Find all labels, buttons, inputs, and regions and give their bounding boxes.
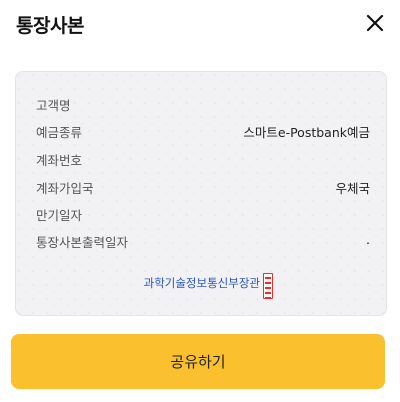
header: 통장사본 bbox=[0, 0, 400, 48]
share-button-label: 공유하기 bbox=[170, 353, 226, 371]
passbook-copy-card: 고객명 예금종류 스마트e-Postbank예금 계좌번호 계좌가입국 우체국 … bbox=[15, 71, 387, 316]
share-button[interactable]: 공유하기 bbox=[11, 334, 385, 389]
row-opening-branch: 계좌가입국 우체국 bbox=[36, 178, 370, 196]
row-print-date: 통장사본출력일자 . bbox=[36, 232, 370, 250]
row-account-type: 예금종류 스마트e-Postbank예금 bbox=[36, 122, 370, 140]
row-label: 계좌번호 bbox=[36, 153, 83, 168]
issuer-signature: 과학기술정보통신부장관 bbox=[16, 273, 386, 299]
row-label: 고객명 bbox=[36, 98, 71, 113]
row-value: 스마트e-Postbank예금 bbox=[243, 125, 370, 140]
row-label: 통장사본출력일자 bbox=[36, 235, 129, 250]
row-customer-name: 고객명 bbox=[36, 95, 370, 113]
page-title: 통장사본 bbox=[16, 15, 84, 37]
row-label: 계좌가입국 bbox=[36, 181, 94, 196]
close-icon bbox=[366, 14, 384, 32]
issuer-name: 과학기술정보통신부장관 bbox=[143, 276, 260, 290]
row-label: 예금종류 bbox=[36, 125, 83, 140]
close-button[interactable] bbox=[360, 8, 390, 38]
official-seal-icon bbox=[263, 273, 273, 299]
row-maturity-date: 만기일자 bbox=[36, 205, 370, 223]
row-value: 우체국 bbox=[335, 181, 370, 196]
row-account-number: 계좌번호 bbox=[36, 150, 370, 168]
row-label: 만기일자 bbox=[36, 208, 83, 223]
row-value: . bbox=[366, 232, 370, 247]
